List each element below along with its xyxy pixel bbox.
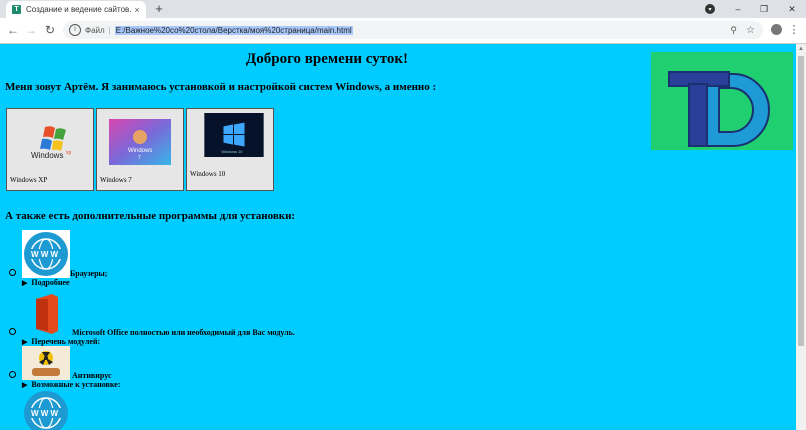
programs-heading: А также есть дополнительные программы дл… [5, 210, 296, 222]
maximize-button[interactable]: ❐ [750, 0, 778, 18]
scroll-up-icon[interactable]: ▲ [798, 46, 804, 52]
avatar [770, 24, 782, 35]
programs-list: W W W Браузеры; ▶ Подробнее Microsoft Of… [9, 230, 295, 430]
windows-10-logo-icon: Windows 10 [204, 113, 264, 157]
card-label: Windows 10 [190, 170, 226, 178]
svg-text:W W W: W W W [31, 409, 59, 418]
menu-button[interactable]: ⋮ [786, 22, 802, 38]
details-browsers[interactable]: ▶ Подробнее [22, 278, 295, 287]
details-summary[interactable]: Перечень модулей: [31, 337, 100, 346]
search-icon[interactable]: ⚲ [730, 25, 737, 36]
page-title: Доброго времени суток! [245, 51, 409, 67]
td-logo-icon [668, 71, 770, 147]
back-button[interactable]: ← [5, 22, 21, 38]
new-tab-button[interactable]: + [152, 2, 166, 16]
program-label-browsers: Браузеры; [70, 269, 108, 278]
details-antivirus[interactable]: ▶ Возможные к установке: [22, 380, 295, 389]
disclosure-triangle-icon[interactable]: ▶ [22, 381, 27, 389]
list-item: Антивирус [9, 346, 295, 380]
file-label: Файл [85, 25, 105, 35]
profile-button[interactable] [768, 22, 784, 38]
intro-text: Меня зовут Артём. Я занимаюсь установкой… [5, 81, 437, 93]
windows-7-logo-icon: Windows 7 [109, 119, 171, 165]
svg-text:Windows: Windows [31, 151, 63, 160]
card-label: Windows XP [10, 176, 48, 184]
program-label-office: Microsoft Office полностью или необходим… [72, 328, 295, 337]
bookmark-star-icon[interactable]: ☆ [746, 25, 755, 36]
site-favicon-icon: T [12, 5, 21, 14]
list-bullet [9, 371, 16, 378]
disclosure-triangle-icon[interactable]: ▶ [22, 338, 27, 346]
reload-button[interactable]: ↻ [42, 22, 58, 38]
url-text[interactable]: E:/Важное%20со%20стола/Верстка/моя%20стр… [114, 25, 353, 35]
card-label: Windows 7 [100, 176, 132, 184]
windows-xp-logo-icon: Windows xp [19, 119, 81, 165]
list-item: W W W [22, 389, 295, 430]
site-info-icon[interactable]: i [69, 24, 81, 36]
card-windows-10[interactable]: Windows 10 Windows 10 [186, 108, 274, 191]
address-bar[interactable]: i Файл | E:/Важное%20со%20стола/Верстка/… [63, 21, 763, 39]
list-item: Microsoft Office полностью или необходим… [9, 291, 295, 337]
www-globe-icon: W W W [22, 230, 70, 278]
antivirus-icon [22, 346, 70, 380]
minimize-button[interactable]: – [724, 0, 752, 18]
tab-search-button[interactable]: ▾ [696, 0, 724, 18]
browser-toolbar: ← → ↻ i Файл | E:/Важное%20со%20стола/Ве… [0, 18, 806, 44]
tab-close-icon[interactable]: × [132, 5, 142, 15]
browser-tab[interactable]: T Создание и ведение сайтов. × [6, 1, 146, 18]
program-label-antivirus: Антивирус [72, 371, 112, 380]
office-icon [36, 294, 58, 334]
list-bullet [9, 328, 16, 335]
details-office[interactable]: ▶ Перечень модулей: [22, 337, 295, 346]
svg-text:W W W: W W W [31, 250, 59, 259]
svg-text:Windows: Windows [128, 148, 152, 154]
tab-strip: T Создание и ведение сайтов. × + ▾ – ❐ ✕ [0, 0, 806, 18]
details-summary[interactable]: Возможные к установке: [31, 380, 120, 389]
list-bullet [9, 269, 16, 276]
svg-text:xp: xp [66, 150, 72, 156]
scrollbar-thumb[interactable] [798, 56, 804, 346]
close-window-button[interactable]: ✕ [778, 0, 806, 18]
www-globe-icon: W W W [24, 391, 68, 430]
page-content: Доброго времени суток! Меня зовут Артём.… [0, 44, 796, 430]
card-windows-7[interactable]: Windows 7 Windows 7 [96, 108, 184, 191]
omnibox-divider: | [108, 25, 111, 35]
forward-button[interactable]: → [23, 22, 39, 38]
td-logo [651, 52, 793, 150]
list-item: W W W Браузеры; [9, 230, 295, 278]
disclosure-triangle-icon[interactable]: ▶ [22, 279, 27, 287]
chevron-down-icon: ▾ [705, 4, 715, 14]
card-windows-xp[interactable]: Windows xp Windows XP [6, 108, 94, 191]
page-scrollbar[interactable]: ▲ [796, 44, 806, 430]
tab-title: Создание и ведение сайтов. [26, 5, 132, 14]
details-summary[interactable]: Подробнее [31, 278, 69, 287]
svg-text:Windows 10: Windows 10 [222, 150, 243, 154]
windows-cards: Windows xp Windows XP Windows 7 Windows … [6, 108, 274, 191]
svg-text:7: 7 [138, 155, 141, 161]
